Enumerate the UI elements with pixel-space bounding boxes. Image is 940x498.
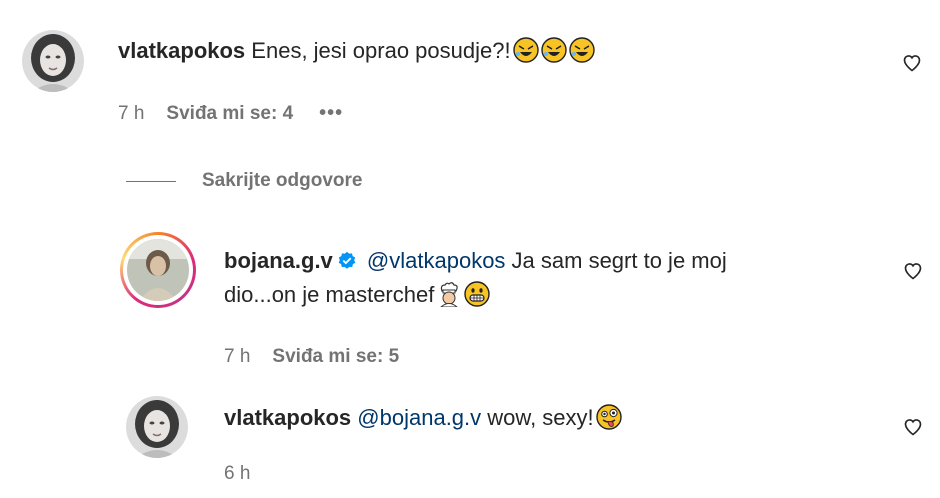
divider: [126, 180, 176, 182]
rofl-emoji: [511, 37, 539, 63]
cook-emoji: [434, 282, 462, 307]
reply-text-line1: Ja sam segrt to je moj: [505, 248, 727, 273]
grin-emoji: [462, 281, 491, 307]
like-heart-icon[interactable]: [903, 417, 923, 437]
comment-body: vlatkapokos Enes, jesi oprao posudje?!: [118, 34, 595, 68]
reply-meta: 6 h: [224, 463, 272, 485]
like-heart-icon[interactable]: [902, 53, 922, 73]
reply-likes[interactable]: Sviđa mi se: 5: [272, 346, 399, 368]
like-heart-icon[interactable]: [903, 261, 923, 281]
comment-username[interactable]: vlatkapokos: [118, 38, 245, 63]
reply-username[interactable]: vlatkapokos: [224, 405, 351, 430]
comment-meta: 7 h Sviđa mi se: 4 •••: [118, 102, 343, 125]
comment-text: Enes, jesi oprao posudje?!: [251, 38, 511, 63]
reply-time[interactable]: 7 h: [224, 346, 250, 368]
avatar[interactable]: [126, 396, 188, 458]
more-options-button[interactable]: •••: [319, 102, 343, 125]
reply-text-line2: dio...on je masterchef: [224, 282, 435, 307]
reply-text: wow, sexy!: [481, 405, 594, 430]
reply-meta: 7 h Sviđa mi se: 5: [224, 346, 425, 368]
reply-body: bojana.g.v @vlatkapokos Ja sam segrt to …: [224, 244, 864, 312]
reply-time[interactable]: 6 h: [224, 463, 250, 485]
reply-mention[interactable]: @bojana.g.v: [357, 405, 481, 430]
reply-mention[interactable]: @vlatkapokos: [367, 248, 506, 273]
hide-replies-button[interactable]: Sakrijte odgovore: [126, 170, 363, 192]
reply-body: vlatkapokos @bojana.g.v wow, sexy!: [224, 401, 622, 435]
reply-username[interactable]: bojana.g.v: [224, 248, 333, 273]
avatar[interactable]: [22, 30, 84, 92]
comments-thread: vlatkapokos Enes, jesi oprao posudje?! 7…: [0, 0, 940, 498]
tongue-wink-emoji: [594, 404, 622, 430]
story-avatar[interactable]: [120, 232, 196, 308]
rofl-emoji: [539, 37, 567, 63]
comment-likes[interactable]: Sviđa mi se: 4: [166, 103, 293, 125]
hide-replies-label: Sakrijte odgovore: [202, 170, 363, 191]
verified-badge-icon: [338, 251, 356, 269]
rofl-emoji: [567, 37, 595, 63]
comment-time[interactable]: 7 h: [118, 103, 144, 125]
